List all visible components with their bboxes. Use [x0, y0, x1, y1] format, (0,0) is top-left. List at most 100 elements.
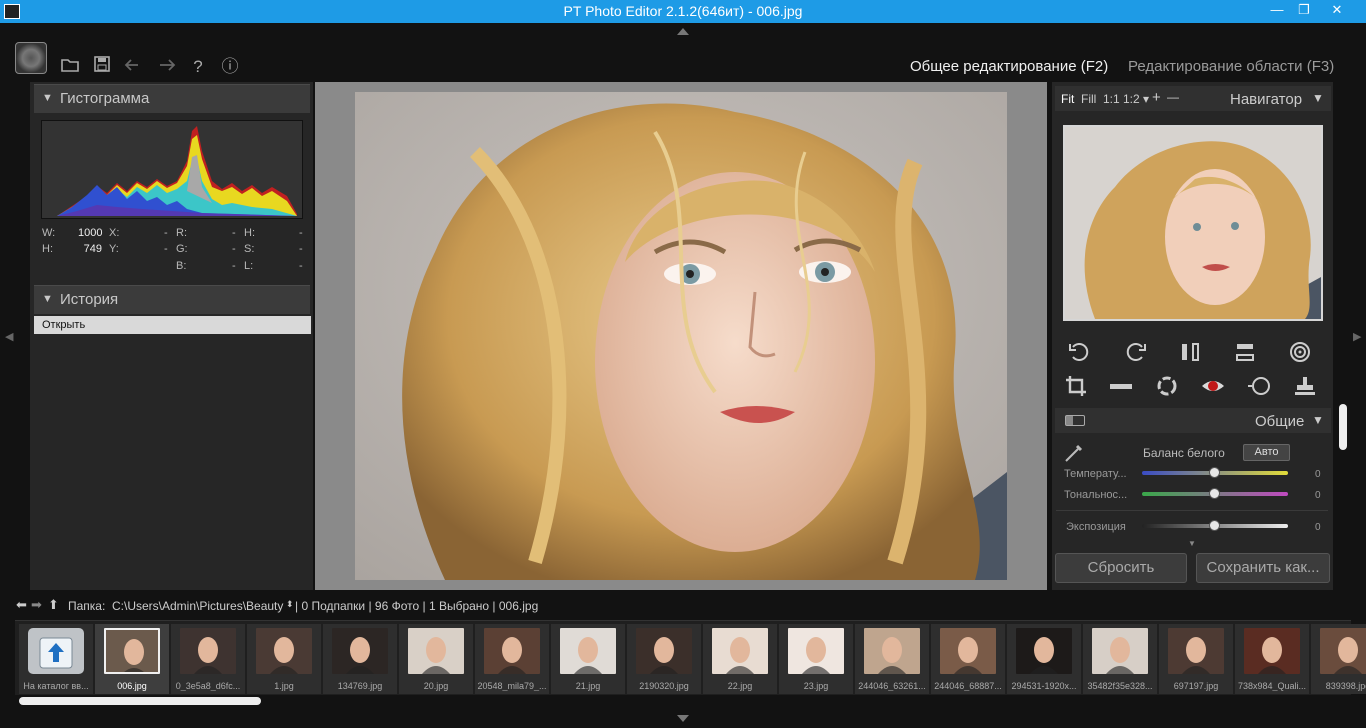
collapse-top-caret-icon[interactable] [677, 28, 689, 35]
navigator-thumbnail[interactable] [1063, 125, 1323, 321]
close-button[interactable]: ✕ [1324, 2, 1350, 18]
temperature-value: 0 [1315, 469, 1321, 480]
collapse-triangle-icon[interactable]: ▼ [1312, 413, 1324, 427]
photo-thumbnail [256, 628, 312, 674]
eyedropper-icon[interactable] [1063, 442, 1085, 464]
rotate-left-icon[interactable] [1067, 341, 1093, 367]
x-label: X: [109, 227, 120, 239]
photo-thumbnail [180, 628, 236, 674]
film-thumb-name: 294531-1920x... [1011, 681, 1077, 691]
film-thumb-item[interactable]: 697197.jpg [1159, 624, 1233, 694]
up-arrow-icon[interactable]: ⬆ [48, 597, 59, 613]
stamp-icon[interactable] [1292, 375, 1318, 401]
film-thumb-name: 006.jpg [117, 681, 147, 691]
zoom-fill-button[interactable]: Fill [1081, 92, 1096, 106]
collapse-bottom-caret-icon[interactable] [677, 715, 689, 722]
auto-button[interactable]: Авто [1243, 444, 1290, 461]
film-thumb-item[interactable]: 20.jpg [399, 624, 473, 694]
minimize-button[interactable]: — [1264, 2, 1290, 17]
undo-icon[interactable] [123, 56, 145, 78]
folder-path[interactable]: C:\Users\Admin\Pictures\Beauty [112, 599, 283, 613]
reset-button[interactable]: Сбросить [1055, 553, 1187, 583]
filmstrip: На каталог вв... 006.jpg 0_3e5a8_d6fc... 1.… [15, 620, 1366, 695]
b-label: B: [176, 260, 187, 272]
image-canvas[interactable] [315, 82, 1047, 590]
film-thumb-item[interactable]: 0_3e5a8_d6fc... [171, 624, 245, 694]
help-icon[interactable]: ? [187, 56, 209, 78]
photo-thumbnail [484, 628, 540, 674]
zoom-1-2-button[interactable]: 1:2 [1123, 92, 1140, 106]
film-thumb-item[interactable]: 35482f35e328... [1083, 624, 1157, 694]
tint-slider[interactable] [1209, 488, 1220, 499]
rotate-right-icon[interactable] [1122, 341, 1148, 367]
crop-icon[interactable] [1063, 375, 1089, 401]
film-thumb-item[interactable]: 738x984_Quali... [1235, 624, 1309, 694]
history-header[interactable]: ▼ История [34, 285, 310, 314]
zoom-1-1-button[interactable]: 1:1 [1103, 92, 1120, 106]
exposure-slider[interactable] [1209, 520, 1220, 531]
zoom-out-icon[interactable]: — [1167, 90, 1179, 104]
parent-folder-item[interactable]: На каталог вв... [19, 624, 93, 694]
vignette-icon[interactable] [1246, 375, 1272, 401]
flip-horizontal-icon[interactable] [1177, 341, 1203, 367]
chevron-down-icon[interactable]: ▾ [1143, 92, 1149, 106]
tab-area-editing[interactable]: Редактирование области (F3) [1128, 58, 1334, 75]
rotate-circle-icon[interactable] [1154, 375, 1180, 401]
forward-arrow-icon[interactable]: ➡ [31, 597, 42, 613]
red-eye-icon[interactable] [1200, 375, 1226, 401]
divider [1056, 510, 1328, 511]
film-thumb-item[interactable]: 21.jpg [551, 624, 625, 694]
toggle-icon[interactable] [1065, 415, 1085, 426]
more-caret-icon[interactable]: ▼ [1188, 539, 1196, 548]
flip-vertical-icon[interactable] [1232, 341, 1258, 367]
film-thumb-item[interactable]: 23.jpg [779, 624, 853, 694]
tab-general-editing[interactable]: Общее редактирование (F2) [910, 58, 1108, 75]
collapse-triangle-icon[interactable]: ▼ [1312, 91, 1324, 105]
film-thumb-item[interactable]: 1.jpg [247, 624, 321, 694]
film-thumb-item[interactable]: 20548_mila79_... [475, 624, 549, 694]
collapse-left-caret-icon[interactable]: ◀ [5, 330, 13, 343]
path-dropdown-icon[interactable]: ⬍ [286, 599, 294, 610]
adjust-header: Общие ▼ [1055, 408, 1331, 433]
temperature-slider[interactable] [1209, 467, 1220, 478]
w-value: 1000 [78, 227, 103, 239]
folder-icon[interactable] [59, 56, 81, 78]
folder-up-icon [28, 628, 84, 674]
film-thumb-name: 1.jpg [274, 681, 294, 691]
film-thumb-item[interactable]: 244046_68887... [931, 624, 1005, 694]
film-thumb-item[interactable]: 22.jpg [703, 624, 777, 694]
histogram-chart [41, 120, 303, 219]
history-item[interactable]: Открыть [34, 316, 311, 334]
photo-thumbnail [788, 628, 844, 674]
back-arrow-icon[interactable]: ⬅ [16, 597, 27, 613]
title-bar: PT Photo Editor 2.1.2(646ит) - 006.jpg —… [0, 0, 1366, 23]
zoom-in-icon[interactable]: + [1152, 89, 1161, 106]
b-value: - [232, 260, 236, 272]
spiral-icon[interactable] [1287, 341, 1313, 367]
redo-icon[interactable] [155, 56, 177, 78]
tint-label: Тональнос... [1064, 489, 1128, 501]
photo-image[interactable] [355, 92, 1007, 580]
save-icon[interactable] [91, 56, 113, 78]
film-thumb-name: 20.jpg [423, 681, 449, 691]
filmstrip-scrollbar[interactable] [19, 697, 261, 705]
straighten-icon[interactable] [1108, 375, 1134, 401]
film-thumb-item[interactable]: 244046_63261... [855, 624, 929, 694]
collapse-right-caret-icon[interactable]: ▶ [1353, 330, 1361, 343]
l-value: - [299, 260, 303, 272]
film-thumb-item[interactable]: 294531-1920x... [1007, 624, 1081, 694]
save-as-button[interactable]: Сохранить как... [1196, 553, 1330, 583]
maximize-button[interactable]: ❐ [1291, 2, 1317, 18]
film-thumb-item[interactable]: 2190320.jpg [627, 624, 701, 694]
panel-scrollbar[interactable] [1339, 404, 1347, 450]
zoom-fit-button[interactable]: Fit [1061, 92, 1074, 106]
film-thumb-item[interactable]: 839398.jpg [1311, 624, 1366, 694]
film-thumb-name: 2190320.jpg [639, 681, 689, 691]
film-thumb-item[interactable]: 006.jpg [95, 624, 169, 694]
film-thumb-item[interactable]: 134769.jpg [323, 624, 397, 694]
histogram-header[interactable]: ▼ Гистограмма [34, 84, 310, 113]
x-value: - [164, 227, 168, 239]
h-value: 749 [83, 243, 102, 255]
info-icon[interactable]: ⓘ [219, 56, 241, 78]
photo-thumbnail [864, 628, 920, 674]
